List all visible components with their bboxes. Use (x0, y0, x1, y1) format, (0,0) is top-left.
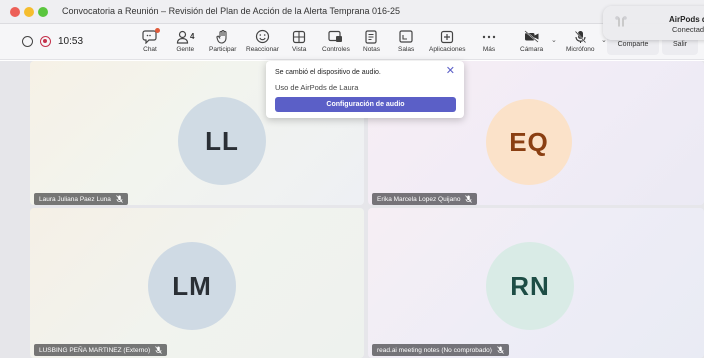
meeting-timer: 10:53 (58, 36, 84, 47)
close-icon[interactable]: ✕ (446, 66, 455, 77)
meeting-toolbar: 10:53 Chat 4 Gente Participar Reaccionar (0, 24, 704, 60)
react-button[interactable]: Reaccionar (246, 28, 279, 58)
participant-name: Laura Juliana Paez Luna (39, 195, 111, 203)
chat-button[interactable]: Chat (142, 28, 160, 58)
react-label: Reaccionar (246, 46, 279, 53)
chat-label: Chat (143, 46, 157, 53)
camera-off-icon (524, 28, 540, 45)
shield-icon[interactable] (22, 36, 33, 47)
mic-off-icon (574, 28, 587, 45)
popup-title: Se cambió el dispositivo de audio. (275, 69, 381, 76)
more-icon (482, 28, 496, 45)
participant-nametag: LUSBING PEÑA MARTINEZ (Externo) (34, 344, 168, 356)
participant-nametag: read.ai meeting notes (No comprobado) (372, 344, 509, 356)
microphone-label: Micrófono (566, 46, 595, 53)
apps-button[interactable]: Aplicaciones (429, 28, 466, 58)
raise-hand-icon (216, 28, 230, 45)
audio-device-popup: Se cambió el dispositivo de audio. ✕ Uso… (266, 61, 464, 118)
controls-icon (328, 28, 343, 45)
camera-button[interactable]: Cámara (520, 28, 543, 58)
more-label: Más (482, 46, 496, 53)
notification-subtitle: Conectados (672, 25, 704, 34)
avatar: RN (486, 242, 574, 330)
mic-muted-icon (155, 346, 162, 354)
camera-options-chevron-icon[interactable]: ⌄ (551, 36, 557, 44)
rooms-button[interactable]: Salas (398, 28, 414, 58)
avatar: LL (178, 97, 266, 185)
participant-nametag: Laura Juliana Paez Luna (34, 193, 128, 205)
popup-subtitle: Uso de AirPods de Laura (275, 83, 359, 92)
notes-label: Notas (363, 46, 380, 53)
rooms-icon (399, 28, 413, 45)
airpods-notification[interactable]: AirPods de Lau Conectados (603, 6, 704, 40)
people-count: 4 (190, 32, 195, 41)
participant-name: LUSBING PEÑA MARTINEZ (Externo) (39, 346, 151, 354)
notes-button[interactable]: Notas (363, 28, 380, 58)
participant-name: Erika Marcela Lopez Quijano (377, 195, 461, 203)
grid-view-icon (292, 28, 306, 45)
notification-title: AirPods de Lau (669, 15, 704, 24)
controls-button[interactable]: Controles (322, 28, 350, 58)
smiley-icon (255, 28, 270, 45)
participant-name: read.ai meeting notes (No comprobado) (377, 346, 492, 354)
camera-label: Cámara (520, 46, 544, 53)
close-window-button[interactable] (10, 7, 20, 17)
avatar: LM (148, 242, 236, 330)
apps-label: Aplicaciones (429, 46, 466, 53)
mic-muted-icon (465, 195, 473, 203)
audio-settings-button[interactable]: Configuración de audio (275, 97, 456, 112)
view-label: Vista (292, 46, 307, 53)
chat-unread-badge (155, 28, 160, 33)
people-icon: 4 (176, 28, 194, 45)
participant-tile[interactable]: LM LUSBING PEÑA MARTINEZ (Externo) (30, 208, 364, 358)
people-button[interactable]: 4 Gente (176, 28, 194, 58)
window-title-bar: Convocatoria a Reunión – Revisión del Pl… (0, 0, 704, 24)
people-label: Gente (176, 46, 195, 53)
mic-muted-icon (116, 195, 123, 203)
rooms-label: Salas (398, 46, 415, 53)
view-button[interactable]: Vista (292, 28, 306, 58)
notes-icon (365, 28, 378, 45)
window-title: Convocatoria a Reunión – Revisión del Pl… (62, 6, 401, 16)
chat-icon (142, 28, 160, 45)
controls-label: Controles (322, 46, 350, 53)
minimize-window-button[interactable] (24, 7, 34, 17)
airpods-icon (613, 15, 629, 31)
mic-muted-icon (497, 346, 504, 354)
microphone-button[interactable]: Micrófono (566, 28, 595, 58)
participant-tile[interactable]: RN read.ai meeting notes (No comprobado) (368, 208, 704, 358)
apps-plus-icon (440, 28, 454, 45)
avatar: EQ (486, 99, 572, 185)
recording-icon (40, 36, 51, 47)
raise-hand-button[interactable]: Participar (209, 28, 236, 58)
raise-hand-label: Participar (209, 46, 237, 53)
zoom-window-button[interactable] (38, 7, 48, 17)
participant-nametag: Erika Marcela Lopez Quijano (372, 193, 478, 205)
more-button[interactable]: Más (482, 28, 496, 58)
